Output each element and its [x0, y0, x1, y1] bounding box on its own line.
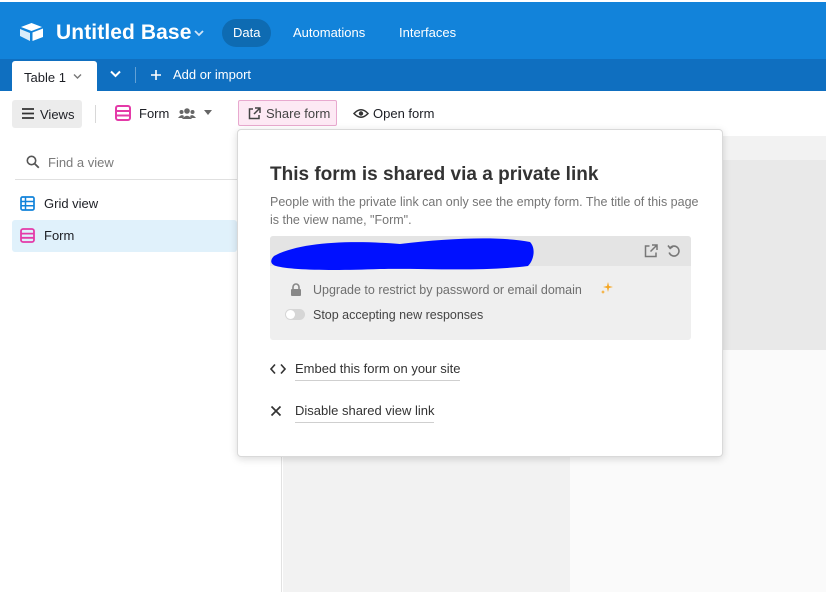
chevron-down-icon[interactable]	[73, 73, 82, 80]
stop-responses-toggle[interactable]	[285, 309, 305, 320]
sparkle-icon	[601, 282, 613, 294]
toggle-knob	[286, 310, 295, 319]
share-link-field[interactable]	[270, 236, 691, 270]
divider	[15, 179, 237, 180]
find-view-input[interactable]: Find a view	[48, 155, 114, 170]
sidebar-item-label: Form	[44, 228, 75, 243]
plus-icon	[151, 70, 161, 80]
divider	[95, 105, 96, 123]
code-icon	[270, 363, 286, 375]
popover-description: People with the private link can only se…	[270, 195, 699, 227]
chevron-down-icon[interactable]	[193, 28, 205, 38]
share-icon	[248, 107, 261, 120]
share-form-popover: This form is shared via a private link P…	[237, 129, 723, 457]
views-label: Views	[40, 107, 75, 122]
regenerate-link-icon[interactable]	[667, 244, 681, 258]
current-view-name[interactable]: Form	[139, 106, 169, 121]
open-form-label: Open form	[373, 106, 435, 121]
table-tab-bar: Table 1 Add or import	[0, 59, 826, 91]
eye-icon	[353, 109, 369, 118]
chevron-down-icon[interactable]	[109, 69, 122, 79]
base-logo-icon[interactable]	[19, 22, 44, 42]
stop-responses-label: Stop accepting new responses	[313, 308, 484, 322]
share-form-button[interactable]: Share form	[238, 100, 337, 126]
embed-form-label: Embed this form on your site	[295, 361, 461, 381]
divider	[135, 67, 136, 83]
top-bar: Untitled Base Data Automations Interface…	[0, 2, 826, 59]
table-tab[interactable]: Table 1	[12, 61, 97, 91]
base-title[interactable]: Untitled Base	[56, 21, 192, 45]
upgrade-restrict-link[interactable]: Upgrade to restrict by password or email…	[313, 283, 582, 297]
form-view-icon[interactable]	[115, 105, 131, 121]
app-window: Untitled Base Data Automations Interface…	[0, 0, 826, 592]
nav-automations[interactable]: Automations	[282, 19, 376, 47]
menu-icon	[22, 108, 34, 119]
people-icon[interactable]	[178, 107, 196, 120]
nav-interfaces[interactable]: Interfaces	[388, 19, 467, 47]
close-icon	[270, 405, 282, 417]
search-icon	[26, 155, 40, 169]
sidebar-item-label: Grid view	[44, 196, 99, 211]
share-form-label: Share form	[266, 106, 331, 121]
add-or-import-label: Add or import	[173, 67, 252, 82]
popover-title: This form is shared via a private link	[270, 164, 599, 185]
disable-link-label: Disable shared view link	[295, 403, 435, 423]
sidebar-item-form[interactable]: Form	[12, 220, 237, 252]
nav-data[interactable]: Data	[222, 19, 272, 47]
redaction-scribble	[271, 238, 534, 270]
share-link-panel: Upgrade to restrict by password or email…	[270, 236, 691, 340]
sidebar-item-grid-view[interactable]: Grid view	[12, 188, 237, 220]
caret-down-icon[interactable]	[204, 110, 212, 116]
grid-view-icon	[20, 196, 35, 211]
external-link-icon[interactable]	[644, 244, 658, 258]
table-tab-label: Table 1	[24, 70, 66, 85]
views-button[interactable]: Views	[12, 100, 82, 128]
lock-icon	[291, 283, 301, 296]
form-view-icon	[20, 228, 35, 243]
